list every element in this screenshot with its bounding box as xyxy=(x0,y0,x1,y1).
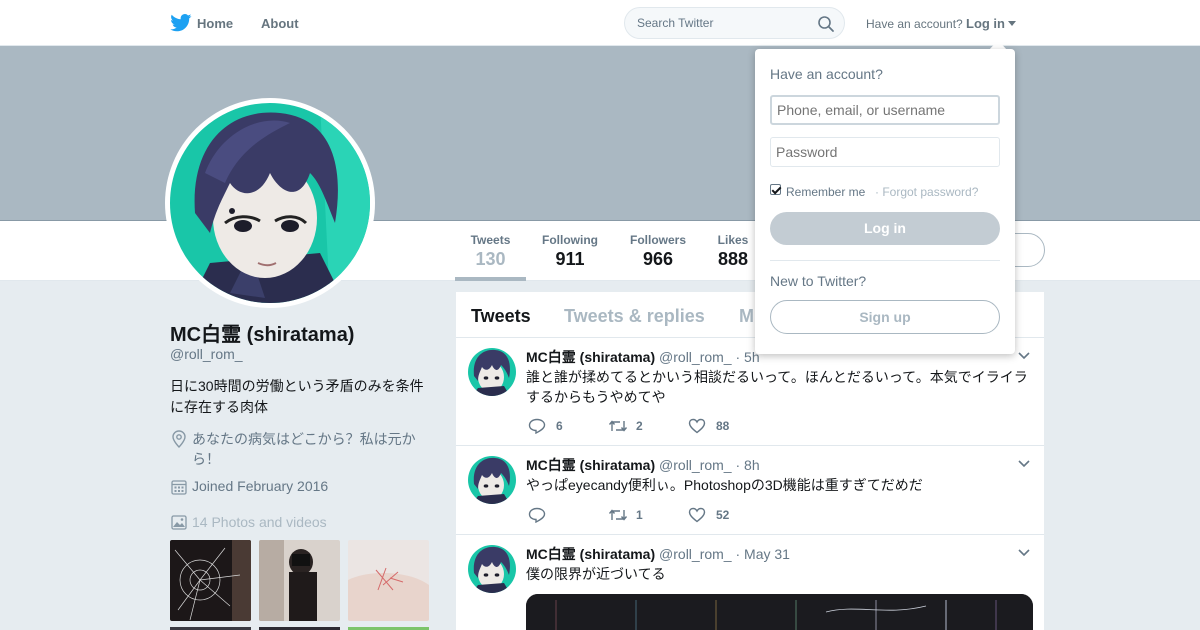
profile-name[interactable]: MC白霊 (shiratama) xyxy=(170,318,354,347)
tweet-author-name[interactable]: MC白霊 (shiratama) xyxy=(526,349,655,365)
profile-location: あなたの病気はどこから？私は元から！ xyxy=(192,431,416,467)
tweet-timestamp[interactable]: · May 31 xyxy=(736,546,790,562)
heart-icon[interactable] xyxy=(688,418,706,434)
avatar-illustration xyxy=(170,103,370,303)
stat-tweets[interactable]: Tweets 130 xyxy=(455,233,526,270)
like-count[interactable]: 52 xyxy=(716,508,729,522)
profile-bio: 日に30時間の労働という矛盾のみを条件に存在する肉体 xyxy=(170,378,424,415)
nav-about-link[interactable]: About xyxy=(261,16,299,31)
twitter-bird-icon[interactable] xyxy=(170,14,192,32)
dropdown-divider xyxy=(770,260,1000,261)
login-dropdown-toggle[interactable]: Log in xyxy=(966,16,1005,31)
thumbnail-image xyxy=(259,540,340,621)
caret-down-icon[interactable] xyxy=(1008,21,1016,26)
signup-button[interactable]: Sign up xyxy=(770,300,1000,334)
avatar-illustration xyxy=(468,348,516,396)
stat-label: Tweets xyxy=(470,233,511,247)
profile-avatar[interactable] xyxy=(165,98,375,308)
login-dropdown: Have an account? Remember me · Forgot pa… xyxy=(755,49,1015,354)
stat-value: 966 xyxy=(642,249,674,269)
remember-me-label[interactable]: Remember me xyxy=(786,185,865,199)
profile-handle[interactable]: @roll_rom_ xyxy=(170,346,243,362)
username-field[interactable] xyxy=(770,95,1000,125)
tweet-media-image xyxy=(526,594,1033,630)
photo-icon xyxy=(171,515,187,530)
tweet-timestamp[interactable]: · 8h xyxy=(736,457,760,473)
tweet-text: 誰と誰が揉めてるとかいう相談だるいって。ほんとだるいって。本気でイライラするから… xyxy=(526,369,1028,405)
tweet-author-handle[interactable]: @roll_rom_ xyxy=(659,349,732,365)
photos-videos-link[interactable]: 14 Photos and videos xyxy=(192,514,327,530)
tweet-author-name[interactable]: MC白霊 (shiratama) xyxy=(526,457,655,473)
reply-count[interactable]: 6 xyxy=(556,419,563,433)
dropdown-title: Have an account? xyxy=(770,66,883,82)
retweet-count[interactable]: 2 xyxy=(636,419,643,433)
stat-value: 911 xyxy=(555,249,585,269)
tweet[interactable]: MC白霊 (shiratama) @roll_rom_ · 8h やっぱeyec… xyxy=(456,446,1044,535)
tweet-text: 僕の限界が近づいてる xyxy=(526,566,666,582)
stat-label: Following xyxy=(542,233,598,247)
stat-label: Likes xyxy=(717,233,749,247)
tweet-header: MC白霊 (shiratama) @roll_rom_ · May 31 xyxy=(526,544,790,564)
reply-icon[interactable] xyxy=(528,507,546,523)
tweet-header: MC白霊 (shiratama) @roll_rom_ · 5h xyxy=(526,347,760,367)
tweet-author-handle[interactable]: @roll_rom_ xyxy=(659,457,732,473)
stat-label: Followers xyxy=(629,233,686,247)
tweet-header: MC白霊 (shiratama) @roll_rom_ · 8h xyxy=(526,455,760,475)
password-field[interactable] xyxy=(770,137,1000,167)
tweet[interactable]: MC白霊 (shiratama) @roll_rom_ · May 31 僕の限… xyxy=(456,535,1044,630)
stat-value: 888 xyxy=(717,249,749,269)
search-box[interactable]: Search Twitter xyxy=(624,7,845,39)
avatar-illustration xyxy=(468,545,516,593)
new-to-twitter-text: New to Twitter? xyxy=(770,273,867,289)
thumbnail-image xyxy=(170,540,251,621)
login-button[interactable]: Log in xyxy=(770,212,1000,245)
top-nav: Home About Search Twitter Have an accoun… xyxy=(0,0,1200,46)
stat-following[interactable]: Following 911 xyxy=(535,233,605,270)
calendar-icon xyxy=(171,480,187,495)
search-icon[interactable] xyxy=(817,15,835,33)
tweet[interactable]: MC白霊 (shiratama) @roll_rom_ · 5h 誰と誰が揉めて… xyxy=(456,338,1044,446)
like-count[interactable]: 88 xyxy=(716,419,729,433)
chevron-down-icon[interactable] xyxy=(1018,549,1030,557)
nav-home-link[interactable]: Home xyxy=(197,16,233,31)
stat-followers[interactable]: Followers 966 xyxy=(622,233,694,270)
tweet-avatar[interactable] xyxy=(468,348,516,396)
tweet-avatar[interactable] xyxy=(468,456,516,504)
chevron-down-icon[interactable] xyxy=(1018,352,1030,360)
heart-icon[interactable] xyxy=(688,507,706,523)
profile-joined-date: Joined February 2016 xyxy=(192,478,329,494)
remember-me-checkbox[interactable] xyxy=(770,184,781,195)
reply-icon[interactable] xyxy=(528,418,546,434)
tweet-author-name[interactable]: MC白霊 (shiratama) xyxy=(526,546,655,562)
retweet-count[interactable]: 1 xyxy=(636,508,643,522)
tab-media[interactable]: M xyxy=(739,306,754,327)
stat-value: 130 xyxy=(475,249,506,269)
photo-thumbnail[interactable] xyxy=(170,540,251,621)
thumbnail-image xyxy=(348,540,429,621)
retweet-icon[interactable] xyxy=(608,507,628,523)
tweet-text: やっぱeyecandy便利ぃ。Photoshopの3D機能は重すぎてだめだ xyxy=(526,477,923,493)
photo-thumbnail[interactable] xyxy=(348,540,429,621)
tweet-avatar[interactable] xyxy=(468,545,516,593)
chevron-down-icon[interactable] xyxy=(1018,460,1030,468)
tweet-author-handle[interactable]: @roll_rom_ xyxy=(659,546,732,562)
active-stat-underline xyxy=(455,277,526,281)
forgot-password-link[interactable]: · Forgot password? xyxy=(875,185,978,199)
retweet-icon[interactable] xyxy=(608,418,628,434)
tweet-media[interactable] xyxy=(526,594,1033,630)
avatar-illustration xyxy=(468,456,516,504)
location-pin-icon xyxy=(172,430,186,448)
photo-thumbnail[interactable] xyxy=(259,540,340,621)
search-input[interactable]: Search Twitter xyxy=(637,16,713,30)
have-account-text: Have an account? xyxy=(866,17,963,31)
stat-likes[interactable]: Likes 888 xyxy=(713,233,753,270)
tab-tweets-replies[interactable]: Tweets & replies xyxy=(564,306,705,327)
tab-tweets[interactable]: Tweets xyxy=(471,306,531,327)
